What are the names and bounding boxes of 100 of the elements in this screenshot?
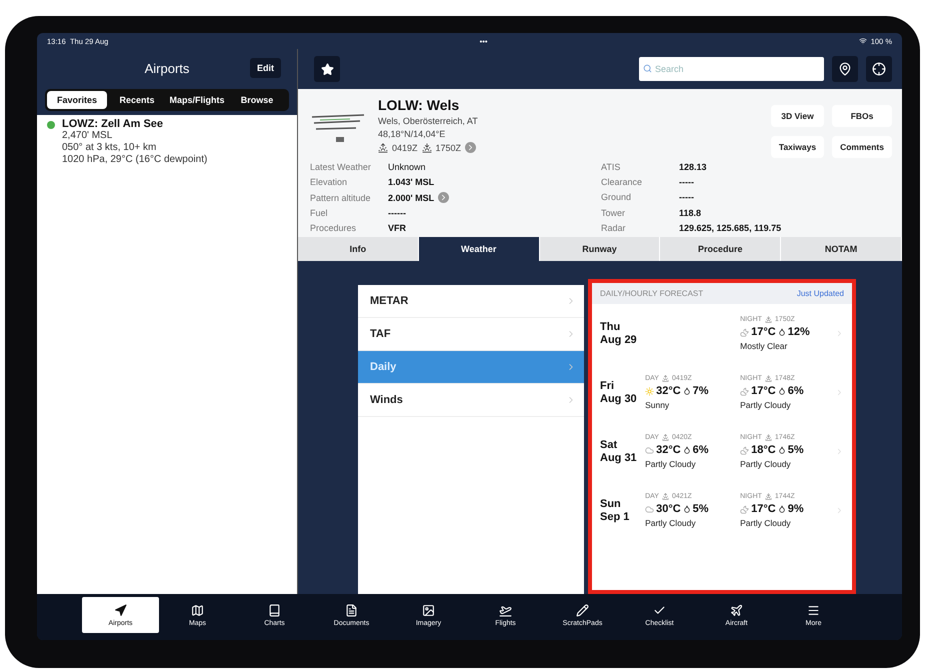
field-value: 128.13 [679,162,707,172]
precipitation: 6% [788,385,804,397]
field-label: Tower [601,208,626,218]
sun-icon [645,386,654,396]
document-icon [345,604,358,616]
droplet-icon [682,387,691,395]
favorite-star-button[interactable] [314,56,340,82]
search-icon [643,64,652,73]
condition: Partly Cloudy [740,459,792,469]
wifi-icon [858,37,867,45]
chevron-icon [835,447,844,456]
field-value: 129.625, 125.685, 119.75 [679,222,782,233]
sunrise-icon [662,493,669,500]
segment-tab[interactable]: Favorites [47,91,107,109]
field-value: ----- [679,177,694,188]
field-value: ----- [679,192,694,202]
condition: Partly Cloudy [740,400,792,410]
field-label: ATIS [601,162,622,172]
airport-coordinates: 48,18°N/14,04°E [378,129,446,139]
condition: Partly Cloudy [645,518,697,528]
field-label: Fuel [310,208,329,218]
airport-detail: 2,470' MSL [62,130,114,142]
sunrise-icon [662,375,669,382]
precipitation: 5% [692,503,709,515]
forecast-date: Thu Aug 29 [600,320,638,346]
droplet-icon [778,505,786,513]
field-value: VFR [388,223,406,233]
section-tab[interactable]: Weather [418,237,540,261]
menu-icon [807,604,820,616]
crosshair-button[interactable] [866,56,892,82]
forecast-title: DAILY/HOURLY FORECAST [600,289,704,298]
droplet-icon [682,505,691,513]
airport-name[interactable]: LOWZ: Zell Am See [62,118,208,130]
sunset-icon [764,434,772,441]
condition: Partly Cloudy [740,518,792,528]
temperature: 30°C [656,503,681,515]
action-button[interactable]: Comments [832,136,892,158]
field-value: ------ [388,208,406,218]
checkmark-icon [653,604,666,616]
segment-tab[interactable]: Recents [107,91,167,109]
cloud-moon-icon [740,446,750,454]
field-value: Unknown [388,162,426,172]
action-button[interactable]: 3D View [770,105,824,127]
edit-button[interactable]: Edit [250,58,281,78]
temperature: 17°C [751,385,776,397]
condition: Mostly Clear [740,341,788,351]
condition: Partly Cloudy [645,459,697,469]
plane-icon [730,604,743,616]
navigation-arrow-icon [114,604,127,616]
field-label: Clearance [601,177,644,188]
field-value: 1.043' MSL [388,177,434,187]
action-button[interactable]: FBOs [832,105,892,127]
precipitation: 5% [788,444,804,456]
airport-detail: 050° at 3 kts, 10+ km [62,142,158,154]
cloud-moon-icon [740,504,750,514]
sunrise-time: 0419Z [392,142,418,152]
crosshair-icon [872,62,886,76]
cloud-moon-icon [740,386,750,396]
precipitation: 9% [788,503,804,515]
pencil-icon [576,604,589,616]
temperature: 17°C [751,503,776,515]
search-field[interactable]: Search [639,57,824,81]
field-label: Pattern altitude [310,192,372,202]
field-value: 118.8 [679,208,702,218]
field-value: 2.000' MSL [388,192,434,202]
sunset-icon [764,375,772,382]
temperature: 32°C [656,444,681,456]
droplet-icon [682,446,691,454]
temperature: 18°C [751,444,776,456]
sunset-icon [422,142,432,152]
airport-title: LOLW: Wels [378,97,460,113]
cloud-moon-icon [740,328,750,336]
map-icon [191,604,204,616]
sunrise-icon [378,142,388,152]
sunrise-icon [662,434,669,441]
precipitation: 6% [692,444,709,456]
update-status: Just Updated [796,289,844,298]
book-icon [268,604,281,616]
cloud-icon [645,446,654,454]
segment-tab[interactable]: Browse [227,91,287,109]
condition: Sunny [645,400,670,410]
map-pin-button[interactable] [832,56,858,82]
airport-region: Wels, Oberösterreich, AT [378,116,479,126]
star-icon [320,62,334,76]
chevron-icon [835,388,844,397]
precipitation: 12% [788,326,810,338]
field-label: Radar [601,222,627,233]
airport-detail: 1020 hPa, 29°C (16°C dewpoint) [62,154,208,166]
droplet-icon [778,328,786,336]
forecast-date: Fri Aug 30 [600,380,638,406]
forecast-date: Sun Sep 1 [600,498,630,524]
more-icon[interactable] [438,192,450,203]
segment-tab[interactable]: Maps/Flights [167,91,227,109]
temperature: 17°C [751,326,776,338]
plane-takeoff-icon [499,604,512,616]
action-button[interactable]: Taxiways [770,136,824,158]
forecast-date: Sat Aug 31 [600,438,638,464]
map-pin-icon [838,62,852,76]
more-icon[interactable] [465,142,476,153]
field-label: Ground [601,192,632,202]
